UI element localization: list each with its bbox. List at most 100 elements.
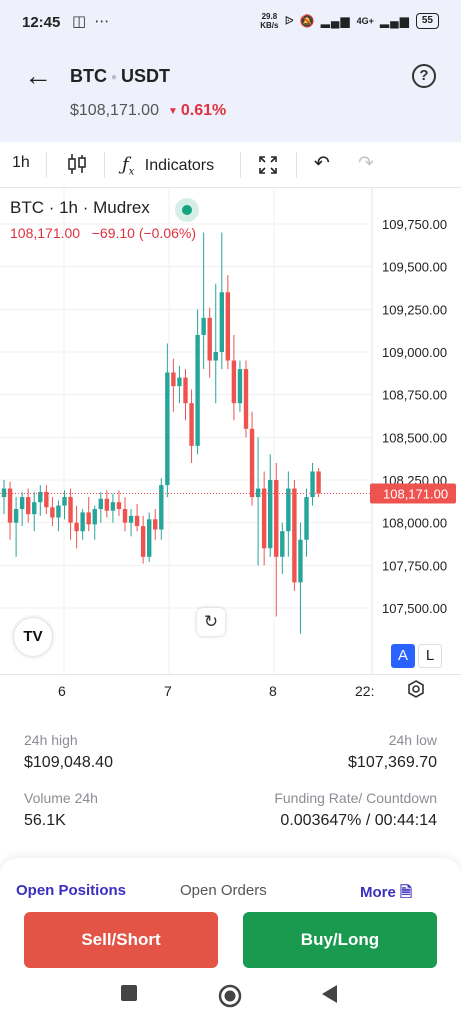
- chart-canvas[interactable]: 109,750.00 109,500.00 109,250.00 109,000.00…: [0, 188, 461, 674]
- home-nav-icon[interactable]: [218, 984, 242, 1014]
- price-change-value: 0.61%: [180, 102, 227, 119]
- pair-title: BTC ● USDT: [70, 66, 170, 87]
- candle-body: [219, 292, 224, 352]
- buy-long-button[interactable]: Buy/Long: [243, 912, 437, 968]
- status-bar: 12:45 ◫ ⋯ 29.8 KB/s ᐉ 🔕 ▂▄▆ 4G+ ▂▄▆ 55: [0, 0, 461, 44]
- low-value: $107,369.70: [348, 754, 437, 771]
- candle-body: [261, 488, 267, 549]
- undo-icon[interactable]: ↶: [314, 152, 330, 175]
- candle-body: [243, 369, 249, 429]
- candle-body: [225, 292, 231, 361]
- candle-body: [255, 488, 261, 498]
- y-tick-label: 108,000.00: [382, 516, 447, 531]
- volume-label: Volume 24h: [24, 790, 98, 806]
- log-scale-button[interactable]: L: [418, 644, 442, 668]
- net-speed: 29.8 KB/s: [260, 12, 278, 30]
- x-tick-label: 6: [58, 683, 66, 699]
- candle-body: [183, 377, 188, 404]
- low-label: 24h low: [388, 732, 437, 748]
- auto-scale-button[interactable]: A: [391, 644, 415, 668]
- candle-body: [26, 497, 31, 515]
- sell-short-button[interactable]: Sell/Short: [24, 912, 218, 968]
- high-value: $109,048.40: [24, 754, 113, 771]
- candle-body: [280, 531, 285, 557]
- candle-body: [86, 512, 91, 525]
- network-type: 4G+: [356, 16, 374, 26]
- help-icon[interactable]: ?: [412, 64, 436, 88]
- interval-selector[interactable]: 1h: [12, 154, 30, 172]
- candle-body: [56, 505, 61, 518]
- tradingview-logo-icon[interactable]: TV: [14, 618, 52, 656]
- candle-body: [316, 471, 321, 494]
- candle-body: [249, 428, 255, 498]
- candle-body: [1, 488, 7, 498]
- status-right: 29.8 KB/s ᐉ 🔕 ▂▄▆ 4G+ ▂▄▆ 55: [260, 12, 439, 30]
- candle-body: [38, 491, 43, 503]
- y-tick-label: 109,000.00: [382, 345, 447, 360]
- battery-indicator: 55: [415, 13, 439, 29]
- x-tick-label: 7: [164, 683, 172, 699]
- tab-open-positions[interactable]: Open Positions: [16, 882, 126, 899]
- reset-chart-icon[interactable]: ↻: [197, 608, 225, 636]
- current-price: $108,171.00: [70, 102, 159, 119]
- pair-header: ← BTC ● USDT ? $108,171.00 ▼ 0.61%: [0, 56, 461, 136]
- notification-icons: ◫ ⋯: [72, 12, 111, 30]
- candle-body: [268, 480, 273, 549]
- live-status-icon: [175, 198, 199, 222]
- y-tick-label: 108,750.00: [382, 388, 447, 403]
- candle-body: [274, 480, 279, 557]
- candle-body: [153, 519, 158, 530]
- status-time: 12:45: [22, 14, 61, 31]
- redo-icon[interactable]: ↷: [358, 152, 374, 175]
- price-chart[interactable]: 109,750.00 109,500.00 109,250.00 109,000.00…: [0, 188, 461, 674]
- vpn-icon: ◫: [72, 13, 89, 30]
- candle-body: [128, 515, 134, 523]
- recents-nav-icon[interactable]: [120, 984, 138, 1008]
- y-tick-label: 107,500.00: [382, 601, 447, 616]
- candle-body: [50, 507, 55, 518]
- funding-label: Funding Rate/ Countdown: [274, 790, 437, 806]
- candle-body: [177, 377, 182, 387]
- top-section: 12:45 ◫ ⋯ 29.8 KB/s ᐉ 🔕 ▂▄▆ 4G+ ▂▄▆ 55 ←…: [0, 0, 461, 142]
- candle-body: [116, 502, 122, 510]
- chart-legend-title: BTC · 1h · Mudrex: [10, 198, 150, 217]
- candle-body: [44, 491, 49, 508]
- time-axis: 6 7 8 22:: [0, 674, 461, 704]
- signal-icon-2: ▂▄▆: [379, 14, 410, 28]
- indicators-button[interactable]: ƒx Indicators: [122, 154, 214, 178]
- bluetooth-icon: ᐉ: [284, 14, 294, 28]
- candle-body: [237, 369, 243, 404]
- candle-body: [110, 502, 116, 511]
- toolbar-divider: [104, 152, 105, 178]
- chart-settings-icon[interactable]: [406, 679, 428, 701]
- back-arrow-icon[interactable]: ←: [24, 60, 52, 92]
- tab-open-orders[interactable]: Open Orders: [180, 882, 267, 899]
- candle-body: [92, 509, 97, 525]
- chart-legend-ohlc: 108,171.00 −69.10 (−0.06%): [10, 225, 197, 241]
- candlestick-type-icon[interactable]: [66, 152, 88, 181]
- candle-body: [189, 403, 194, 446]
- candle-body: [207, 317, 212, 361]
- y-tick-label: 109,250.00: [382, 302, 447, 317]
- candle-body: [104, 498, 110, 511]
- candle-body: [134, 515, 140, 527]
- candle-body: [286, 488, 291, 532]
- candle-body: [159, 485, 164, 530]
- candle-body: [68, 497, 73, 523]
- action-bar: Sell/Short Buy/Long: [0, 898, 461, 1024]
- y-tick-label: 109,750.00: [382, 217, 447, 232]
- candle-body: [231, 360, 237, 404]
- candle-body: [195, 334, 200, 446]
- back-nav-icon[interactable]: [320, 984, 338, 1010]
- last-price-label: 108,171.00: [383, 486, 448, 501]
- candle-body: [298, 539, 303, 583]
- fullscreen-icon[interactable]: [258, 155, 278, 180]
- separator-dot: ●: [111, 72, 118, 83]
- mute-icon: 🔕: [299, 14, 315, 28]
- y-tick-label: 109,500.00: [382, 260, 447, 275]
- candle-body: [140, 526, 146, 557]
- market-stats: 24h high $109,048.40 24h low $107,369.70…: [0, 720, 461, 850]
- x-tick-label: 8: [269, 683, 277, 699]
- candle-body: [201, 317, 206, 335]
- volume-value: 56.1K: [24, 812, 66, 829]
